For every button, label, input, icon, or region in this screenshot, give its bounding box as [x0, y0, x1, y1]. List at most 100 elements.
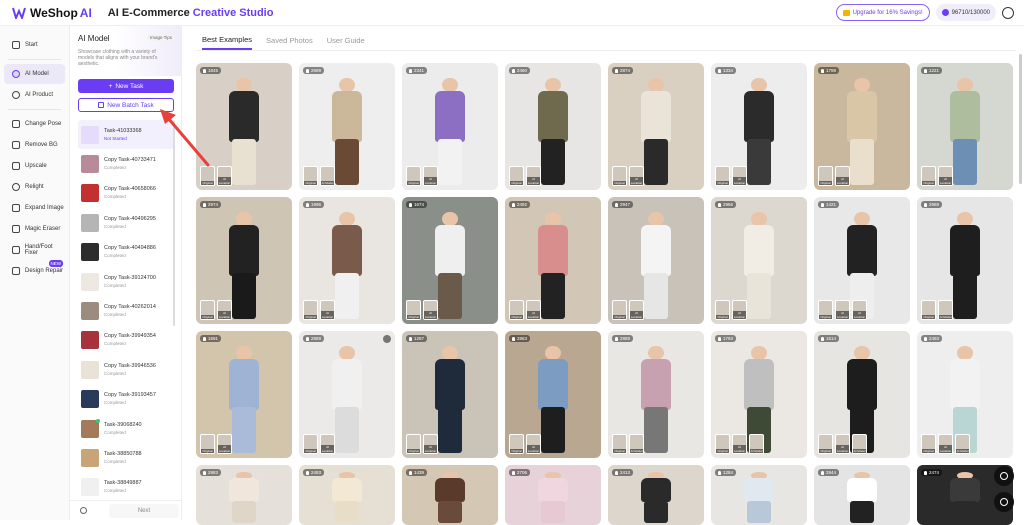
image-tips-button[interactable]: Image Tips: [146, 34, 175, 41]
search-icon[interactable]: [80, 507, 87, 514]
example-card[interactable]: 2989 Original AI Model: [917, 197, 1013, 324]
comparison-thumbnail[interactable]: AI Model: [852, 434, 867, 454]
example-card[interactable]: 1691 Original AI Location: [196, 331, 292, 458]
task-item[interactable]: Copy Task-39946536 Completed: [78, 355, 174, 384]
comparison-thumbnail[interactable]: Original: [509, 434, 524, 454]
task-item[interactable]: Task-38850788 Completed: [78, 443, 174, 472]
nav-item-start[interactable]: Start: [4, 35, 65, 55]
comparison-thumbnail[interactable]: AI Location: [938, 166, 953, 186]
comparison-thumbnail[interactable]: Original: [303, 166, 318, 186]
comparison-thumbnail[interactable]: AI Location: [217, 434, 232, 454]
example-card[interactable]: 2956 Original AI Location: [711, 197, 807, 324]
comparison-thumbnail[interactable]: Original: [612, 166, 627, 186]
example-card[interactable]: 2983: [196, 465, 292, 525]
task-item[interactable]: Copy Task-40262014 Completed: [78, 296, 174, 325]
task-item[interactable]: Copy Task-40496295 Completed: [78, 208, 174, 237]
task-item[interactable]: Copy Task-40494886 Completed: [78, 238, 174, 267]
comparison-thumbnail[interactable]: AI Location: [320, 300, 335, 320]
task-item[interactable]: Copy Task-40658066 Completed: [78, 179, 174, 208]
example-card[interactable]: 1845 Original AI Location: [196, 63, 292, 190]
example-card[interactable]: 1793 Original AI Location AI Model: [711, 331, 807, 458]
nav-item-upscale[interactable]: Upscale: [4, 156, 65, 176]
example-card[interactable]: 2493: [299, 465, 395, 525]
example-card[interactable]: 1514 Original AI Location AI Model: [814, 331, 910, 458]
comparison-thumbnail[interactable]: AI Location: [423, 166, 438, 186]
comparison-thumbnail[interactable]: Original: [509, 166, 524, 186]
comparison-thumbnail[interactable]: AI Location: [938, 434, 953, 454]
example-card[interactable]: 1297 Original AI Location: [402, 331, 498, 458]
comparison-thumbnail[interactable]: Original: [612, 434, 627, 454]
example-card[interactable]: 2947 Original AI Location: [608, 197, 704, 324]
comparison-thumbnail[interactable]: AI Location: [732, 434, 747, 454]
task-item[interactable]: Copy Task-40733471 Completed: [78, 149, 174, 178]
new-batch-task-button[interactable]: New Batch Task: [78, 98, 174, 112]
next-button[interactable]: Next: [109, 503, 179, 518]
example-card[interactable]: 1284: [711, 465, 807, 525]
comparison-thumbnail[interactable]: AI Location: [526, 300, 541, 320]
comparison-thumbnail[interactable]: Original: [200, 434, 215, 454]
comparison-thumbnail[interactable]: AI Location: [526, 166, 541, 186]
nav-item-ai-model[interactable]: AI Model: [4, 64, 65, 84]
support-button[interactable]: [994, 492, 1014, 512]
example-card[interactable]: 1798 Original AI Location: [814, 63, 910, 190]
task-item[interactable]: Copy Task-39124700 Completed: [78, 267, 174, 296]
example-card[interactable]: 2874 Original AI Location: [608, 63, 704, 190]
main-scrollbar[interactable]: [1019, 54, 1022, 184]
comparison-thumbnail[interactable]: AI Location: [217, 166, 232, 186]
tab-user-guide[interactable]: User Guide: [327, 30, 365, 50]
panel-scrollbar[interactable]: [173, 120, 175, 326]
nav-item-magic-eraser[interactable]: Magic Eraser: [4, 219, 65, 239]
task-item[interactable]: Copy Task-39949354 Completed: [78, 326, 174, 355]
example-card[interactable]: 1674 Original AI Location: [402, 197, 498, 324]
comparison-thumbnail[interactable]: AI Location: [835, 434, 850, 454]
comparison-thumbnail[interactable]: AI Location: [526, 434, 541, 454]
example-card[interactable]: 2460 Original AI Location: [505, 63, 601, 190]
comparison-thumbnail[interactable]: AI Location: [732, 166, 747, 186]
example-card[interactable]: 2492 Original AI Location: [505, 197, 601, 324]
example-card[interactable]: 1439: [402, 465, 498, 525]
nav-item-expand-image[interactable]: Expand Image: [4, 198, 65, 218]
task-item[interactable]: Copy Task-39193457 Completed: [78, 385, 174, 414]
example-card[interactable]: 1334 Original AI Location: [711, 63, 807, 190]
credits-badge[interactable]: 96710/130000: [935, 4, 996, 21]
example-card[interactable]: 2413: [608, 465, 704, 525]
example-card[interactable]: 2974 Original AI Location: [196, 197, 292, 324]
comparison-thumbnail[interactable]: Original: [818, 434, 833, 454]
comparison-thumbnail[interactable]: AI Location: [423, 434, 438, 454]
comparison-thumbnail[interactable]: AI Model: [320, 166, 335, 186]
example-card[interactable]: 1996 Original AI Location: [299, 197, 395, 324]
comparison-thumbnail[interactable]: Original: [715, 300, 730, 320]
nav-item-relight[interactable]: Relight: [4, 177, 65, 197]
comparison-thumbnail[interactable]: AI Location: [629, 300, 644, 320]
nav-item-ai-product[interactable]: AI Product: [4, 85, 65, 105]
comparison-thumbnail[interactable]: Original: [200, 166, 215, 186]
comparison-thumbnail[interactable]: Original: [715, 434, 730, 454]
tips-button[interactable]: [994, 466, 1014, 486]
comparison-thumbnail[interactable]: AI Location: [835, 300, 850, 320]
example-card[interactable]: 2989 Original AI Model: [608, 331, 704, 458]
comparison-thumbnail[interactable]: AI Location: [629, 166, 644, 186]
logo[interactable]: WeShop AI: [12, 6, 92, 20]
comparison-thumbnail[interactable]: AI Location: [732, 300, 747, 320]
comparison-thumbnail[interactable]: Original: [406, 300, 421, 320]
nav-item-design-repair[interactable]: Design Repair NEW: [4, 260, 65, 281]
comparison-thumbnail[interactable]: AI Model: [629, 434, 644, 454]
nav-item-change-pose[interactable]: Change Pose: [4, 114, 65, 134]
upgrade-button[interactable]: Upgrade for 16% Savings!: [835, 4, 930, 21]
example-card[interactable]: 2689 Original AI Model: [299, 63, 395, 190]
example-card[interactable]: 2493 Original AI Location AI Model: [917, 331, 1013, 458]
comparison-thumbnail[interactable]: Original: [406, 434, 421, 454]
comparison-thumbnail[interactable]: AI Location: [423, 300, 438, 320]
example-card[interactable]: 1221 Original AI Location: [917, 63, 1013, 190]
example-card[interactable]: 2863 Original AI Location: [505, 331, 601, 458]
comparison-thumbnail[interactable]: Original: [303, 434, 318, 454]
comparison-thumbnail[interactable]: Original: [818, 300, 833, 320]
nav-item-hand-foot-fixer[interactable]: Hand/Foot Fixer: [4, 240, 65, 260]
example-card[interactable]: 2706: [505, 465, 601, 525]
comparison-thumbnail[interactable]: Original: [818, 166, 833, 186]
example-card[interactable]: 2889 Original AI Location: [299, 331, 395, 458]
comparison-thumbnail[interactable]: Original: [612, 300, 627, 320]
comparison-thumbnail[interactable]: Original: [921, 166, 936, 186]
comparison-thumbnail[interactable]: Original: [406, 166, 421, 186]
comparison-thumbnail[interactable]: AI Location: [320, 434, 335, 454]
